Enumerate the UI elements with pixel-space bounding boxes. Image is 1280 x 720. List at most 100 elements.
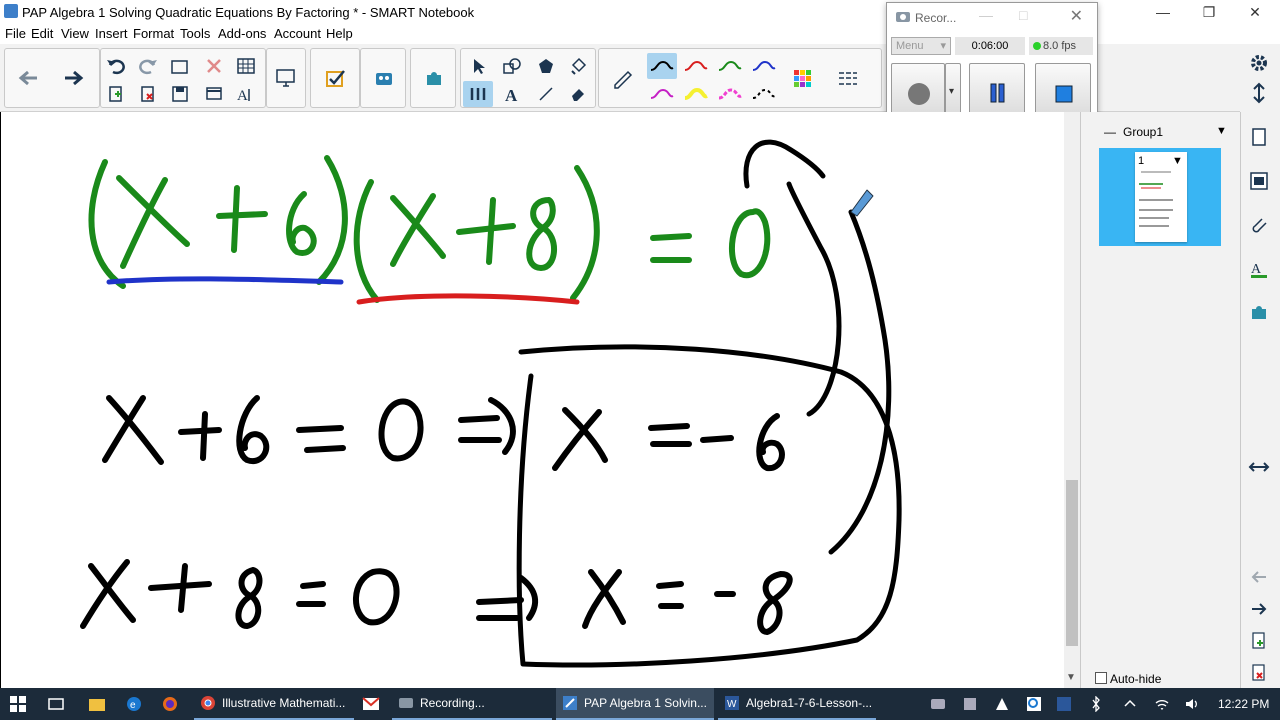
display-button[interactable] — [271, 65, 301, 91]
taskbar-item-chrome[interactable]: Illustrative Mathemati... — [194, 688, 354, 720]
line-tool[interactable] — [531, 81, 561, 107]
tray-smart-icon[interactable] — [962, 696, 978, 712]
previous-page-button[interactable] — [13, 65, 43, 91]
table-button[interactable] — [231, 53, 261, 79]
recorder-close-button[interactable]: ✕ — [1070, 6, 1083, 26]
color-palette-button[interactable] — [787, 65, 817, 91]
menu-help[interactable]: Help — [326, 26, 353, 41]
page-menu-icon[interactable]: ▼ — [1172, 155, 1183, 167]
taskbar-item-word[interactable]: W Algebra1-7-6-Lesson-... — [718, 688, 876, 720]
gear-icon[interactable] — [1246, 52, 1272, 74]
response-button[interactable] — [321, 65, 351, 91]
select-tool[interactable] — [463, 53, 493, 79]
menu-format[interactable]: Format — [133, 26, 174, 41]
text-tools-button[interactable]: A — [231, 81, 261, 107]
edge-browser-icon[interactable]: e — [126, 696, 142, 712]
resize-panel-icon[interactable] — [1248, 456, 1270, 478]
panel-back-arrow-icon[interactable] — [1248, 566, 1270, 588]
menu-addons[interactable]: Add-ons — [218, 26, 266, 41]
close-button[interactable]: ✕ — [1232, 0, 1278, 24]
bluetooth-icon[interactable] — [1088, 696, 1104, 712]
task-view-icon[interactable] — [48, 696, 64, 712]
pen-magenta[interactable] — [647, 81, 677, 107]
volume-icon[interactable] — [1184, 696, 1200, 712]
tray-arrow-icon[interactable] — [994, 696, 1010, 712]
windows-taskbar: e Illustrative Mathemati... Recording...… — [0, 688, 1280, 720]
tray-zoom-icon[interactable] — [1026, 696, 1042, 712]
monitor-icon — [276, 69, 295, 87]
pen-blue[interactable] — [749, 53, 779, 79]
pen-green[interactable] — [715, 53, 745, 79]
chevron-up-icon[interactable] — [1122, 696, 1138, 712]
recorder-maximize-button[interactable]: □ — [1019, 7, 1027, 23]
redo-button[interactable] — [133, 53, 163, 79]
taskbar-item-label: PAP Algebra 1 Solvin... — [584, 696, 707, 710]
shapes-tool[interactable] — [497, 53, 527, 79]
pen-cursor-icon — [850, 189, 874, 217]
menu-view[interactable]: View — [61, 26, 89, 41]
menu-account[interactable]: Account — [274, 26, 321, 41]
scrollbar-thumb[interactable] — [1066, 480, 1078, 646]
taskbar-item-smart-notebook[interactable]: PAP Algebra 1 Solvin... — [556, 688, 714, 720]
add-page-button[interactable] — [101, 81, 131, 107]
fill-tool[interactable] — [563, 53, 593, 79]
scroll-down-arrow-icon[interactable]: ▼ — [1066, 672, 1076, 683]
page-sorter-tab-icon[interactable] — [1248, 126, 1270, 148]
recorder-menu-dropdown[interactable]: Menu ▾ — [891, 37, 951, 55]
delete-button[interactable] — [199, 53, 229, 79]
firefox-icon[interactable] — [162, 696, 178, 712]
gmail-icon[interactable] — [362, 697, 380, 711]
pen-red[interactable] — [681, 53, 711, 79]
whiteboard-canvas[interactable] — [0, 112, 1064, 688]
tray-recorder-icon[interactable] — [930, 696, 946, 712]
delete-x-icon — [207, 59, 221, 73]
recorder-minimize-button[interactable]: — — [979, 7, 993, 23]
addons-button[interactable] — [419, 65, 449, 91]
menu-tools[interactable]: Tools — [180, 26, 210, 41]
addons-tab-icon[interactable] — [1248, 302, 1270, 324]
squiggle-red-icon — [684, 60, 708, 71]
highlighter-pink[interactable] — [715, 81, 745, 107]
screen-shade-button[interactable] — [199, 81, 229, 107]
ink-red-underline — [356, 293, 580, 305]
move-toolbar-icon[interactable] — [1248, 82, 1270, 104]
open-file-button[interactable] — [165, 53, 195, 79]
menu-insert[interactable]: Insert — [95, 26, 128, 41]
windows-start-icon[interactable] — [10, 696, 26, 712]
addons-group — [410, 48, 456, 108]
pen-black[interactable] — [647, 53, 677, 79]
taskbar-item-recording[interactable]: Recording... — [392, 688, 552, 720]
collapse-group-icon[interactable]: — — [1104, 125, 1116, 139]
eraser-tool[interactable] — [563, 81, 593, 107]
tray-word-icon[interactable] — [1056, 696, 1072, 712]
gallery-tab-icon[interactable] — [1248, 170, 1270, 192]
minimize-button[interactable]: — — [1140, 0, 1186, 24]
display-group — [266, 48, 306, 108]
polygon-tool[interactable] — [531, 53, 561, 79]
properties-tab-icon[interactable]: A — [1248, 258, 1270, 280]
menu-file[interactable]: File — [5, 26, 26, 41]
panel-delete-page-icon[interactable] — [1248, 662, 1270, 684]
delete-page-button[interactable] — [133, 81, 163, 107]
paperclip-tab-icon[interactable] — [1248, 214, 1270, 236]
pen-dashed[interactable] — [749, 81, 779, 107]
line-style-button[interactable] — [833, 65, 863, 91]
autohide-checkbox[interactable] — [1095, 672, 1107, 684]
squiggle-magenta-icon — [650, 88, 674, 99]
measurement-tool[interactable] — [463, 81, 493, 107]
next-page-button[interactable] — [59, 65, 89, 91]
menu-edit[interactable]: Edit — [31, 26, 53, 41]
panel-forward-arrow-icon[interactable] — [1248, 598, 1270, 620]
taskbar-item-label: Illustrative Mathemati... — [222, 696, 346, 710]
maximize-button[interactable]: ❐ — [1186, 0, 1232, 24]
highlighter-yellow[interactable] — [681, 81, 711, 107]
group-dropdown-icon[interactable]: ▼ — [1216, 125, 1227, 137]
text-tool[interactable]: A — [497, 81, 527, 107]
file-explorer-icon[interactable] — [88, 696, 106, 712]
pen-tool[interactable] — [607, 65, 637, 91]
panel-add-page-icon[interactable] — [1248, 630, 1270, 652]
activity-builder-button[interactable] — [369, 65, 399, 91]
undo-button[interactable] — [101, 53, 131, 79]
wifi-icon[interactable] — [1154, 696, 1170, 712]
save-button[interactable] — [165, 81, 195, 107]
